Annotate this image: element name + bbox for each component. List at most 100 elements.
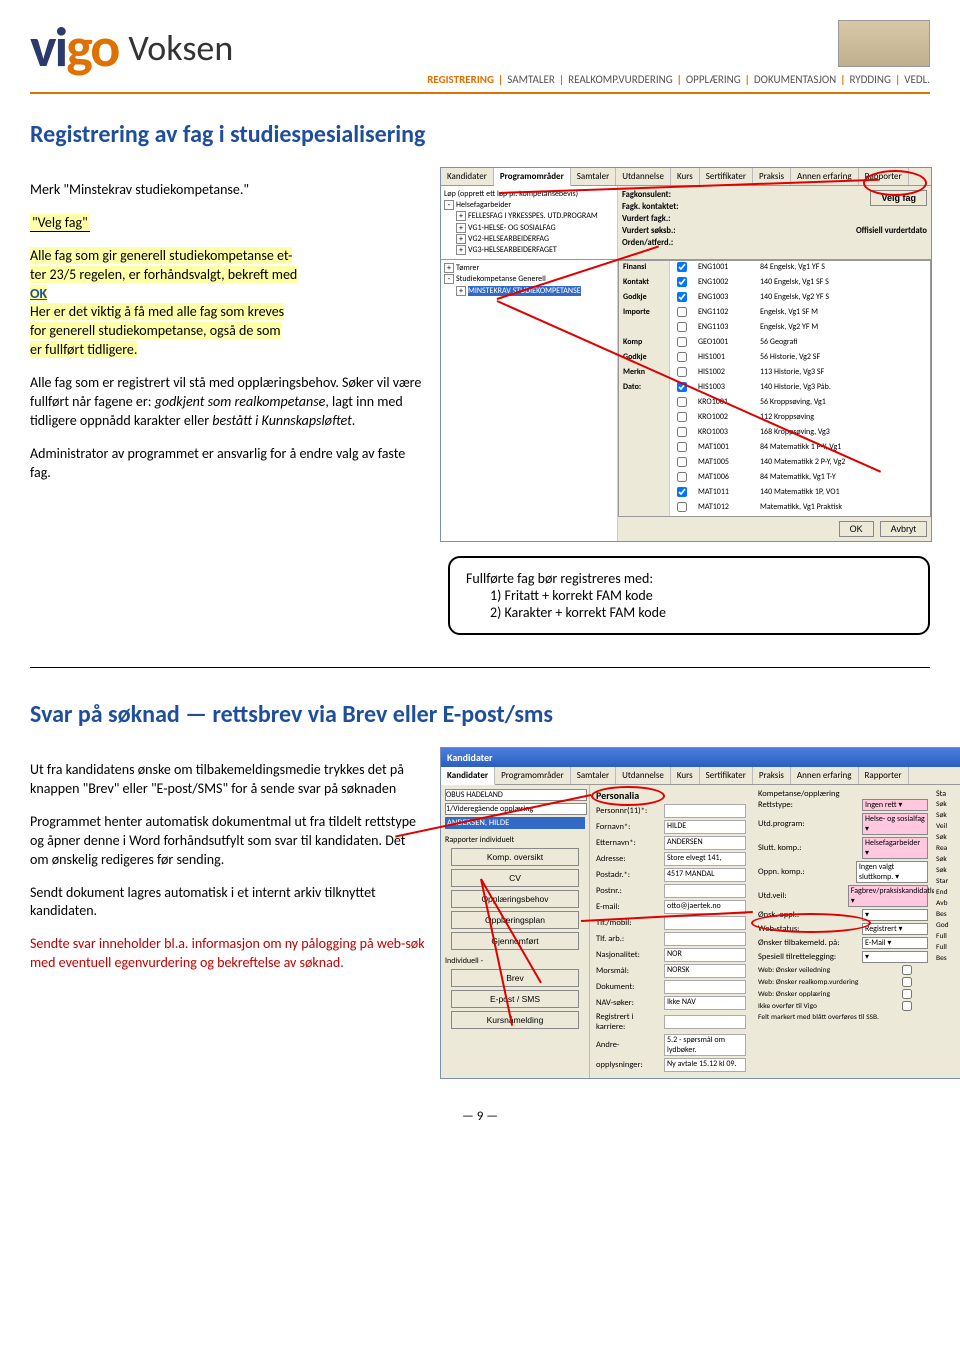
field-combo[interactable]: E-Mail ▾	[862, 937, 928, 949]
tab[interactable]: Programområder	[494, 168, 571, 186]
tab[interactable]: Kandidater	[441, 168, 494, 185]
checkbox[interactable]	[902, 977, 912, 987]
subject-checkbox[interactable]	[677, 442, 687, 452]
tab[interactable]: Annen erfaring	[791, 168, 859, 185]
checkbox[interactable]	[902, 1001, 912, 1011]
tab[interactable]: Rapporter	[859, 168, 909, 185]
cancel-button[interactable]: Avbryt	[880, 521, 927, 537]
subject-checkbox[interactable]	[677, 292, 687, 302]
subject-checkbox[interactable]	[677, 427, 687, 437]
field-label: Andre-	[596, 1040, 660, 1050]
combo-obus[interactable]: OBUS HADELAND	[445, 789, 587, 801]
para-merk: Merk "Minstekrav studiekompetanse."	[30, 181, 426, 200]
subject-checkbox[interactable]	[677, 262, 687, 272]
field-value[interactable]: 4517 MANDAL	[664, 868, 746, 882]
field-value[interactable]	[664, 980, 746, 994]
status-item: Rea	[936, 843, 960, 854]
tab[interactable]: Sertifikater	[700, 767, 753, 784]
subject-checkbox[interactable]	[677, 307, 687, 317]
para-s2-2: Programmet henter automatisk dokumentmal…	[30, 813, 426, 870]
field-combo[interactable]: Fagbrev/praksiskandidatløp ▾	[848, 885, 928, 907]
checkbox[interactable]	[902, 989, 912, 999]
field-value[interactable]	[664, 804, 746, 818]
field-value[interactable]	[664, 932, 746, 946]
btn-epost-sms[interactable]: E-post / SMS	[451, 990, 579, 1008]
field-value[interactable]: 5.2 - spørsmål om lydbøker.	[664, 1034, 746, 1056]
btn-komp-oversikt[interactable]: Komp. oversikt	[451, 848, 579, 866]
field-label: Fornavn*:	[596, 822, 660, 832]
logo: vigo Voksen	[30, 20, 233, 76]
subject-checkbox[interactable]	[677, 397, 687, 407]
subject-row: KRO1003168 Kroppsøving, Vg3	[619, 426, 930, 441]
field-value[interactable]	[664, 916, 746, 930]
para-admin: Administrator av programmet er ansvarlig…	[30, 445, 426, 483]
field-combo[interactable]: ▾	[862, 909, 928, 921]
subject-checkbox[interactable]	[677, 352, 687, 362]
velg-fag-button[interactable]: Velg fag	[870, 190, 927, 206]
candidate-name[interactable]: ANDERSEN, HILDE	[445, 817, 585, 829]
subject-checkbox[interactable]	[677, 412, 687, 422]
btn-brev[interactable]: Brev	[451, 969, 579, 987]
combo-level[interactable]: 1/Videregående opplæring	[445, 803, 587, 815]
tab[interactable]: Kurs	[671, 767, 700, 784]
field-label: Dokument:	[596, 982, 660, 992]
tab[interactable]: Utdannelse	[616, 767, 671, 784]
personalia-header: Personalia	[596, 789, 746, 802]
btn-cv[interactable]: CV	[451, 869, 579, 887]
tab[interactable]: Annen erfaring	[791, 767, 859, 784]
tab[interactable]: Samtaler	[571, 168, 616, 185]
field-combo[interactable]: Registrert ▾	[862, 923, 928, 935]
tab[interactable]: Utdannelse	[616, 168, 671, 185]
subject-row: KompGEO100156 Geografi	[619, 336, 930, 351]
field-combo[interactable]: ▾	[862, 951, 928, 963]
subject-checkbox[interactable]	[677, 367, 687, 377]
tab[interactable]: Rapporter	[859, 767, 909, 784]
checkbox[interactable]	[902, 965, 912, 975]
btn-opplaeringsplan[interactable]: Opplæringsplan	[451, 911, 579, 929]
field-label: Rettstype:	[758, 800, 858, 810]
subject-checkbox[interactable]	[677, 472, 687, 482]
field-value[interactable]: ANDERSEN	[664, 836, 746, 850]
subject-checkbox[interactable]	[677, 502, 687, 512]
field-combo[interactable]: Helsefagarbeider ▾	[862, 837, 928, 859]
subject-checkbox[interactable]	[677, 382, 687, 392]
tab[interactable]: Praksis	[753, 767, 791, 784]
subject-checkbox[interactable]	[677, 457, 687, 467]
tab[interactable]: Kurs	[671, 168, 700, 185]
field-value[interactable]	[664, 1015, 746, 1029]
subject-row: MAT1011140 Matematikk 1P, VO1	[619, 486, 930, 501]
subject-checkbox[interactable]	[677, 322, 687, 332]
field-label: Morsmål:	[596, 966, 660, 976]
subject-row: MAT100184 Matematikk 1 P-Y, Vg1	[619, 441, 930, 456]
ok-button[interactable]: OK	[839, 521, 874, 537]
tab[interactable]: Programområder	[495, 767, 571, 784]
tab[interactable]: Kandidater	[441, 767, 495, 785]
field-combo[interactable]: Helse- og sosialfag ▾	[862, 813, 928, 835]
field-combo[interactable]: Ingen valgt sluttkomp. ▾	[856, 861, 928, 883]
field-value[interactable]: otto@jaertek.no	[664, 900, 746, 914]
tab[interactable]: Sertifikater	[700, 168, 753, 185]
field-value[interactable]	[664, 884, 746, 898]
tab[interactable]: Samtaler	[571, 767, 616, 784]
field-value[interactable]: NORSK	[664, 964, 746, 978]
tab[interactable]: Praksis	[753, 168, 791, 185]
field-value[interactable]: Ny avtale 15.12 kl 09.	[664, 1058, 746, 1072]
subject-checkbox[interactable]	[677, 277, 687, 287]
btn-kursnamelding[interactable]: Kursnåmelding	[451, 1011, 579, 1029]
para-s2-1: Ut fra kandidatens ønske om tilbakemeldi…	[30, 761, 426, 799]
field-value[interactable]: HILDE	[664, 820, 746, 834]
btn-opplaeringsbehov[interactable]: Opplæringsbehov	[451, 890, 579, 908]
field-value[interactable]: NOR	[664, 948, 746, 962]
field-combo[interactable]: Ingen rett ▾	[862, 799, 928, 811]
field-label: Postnr.:	[596, 886, 660, 896]
section-title-1: Registrering av fag i studiespesialiseri…	[30, 120, 930, 149]
field-value[interactable]: Ikke NAV	[664, 996, 746, 1010]
field-label: Tlf. arb.:	[596, 934, 660, 944]
subject-checkbox[interactable]	[677, 337, 687, 347]
subject-checkbox[interactable]	[677, 487, 687, 497]
field-value[interactable]: Store elvegt 141,	[664, 852, 746, 866]
subject-row: KRO100156 Kroppsøving, Vg1	[619, 396, 930, 411]
subject-row: GodkjeENG1003140 Engelsk, Vg2 YF S	[619, 291, 930, 306]
status-item: End	[936, 887, 960, 898]
btn-gjennomfort[interactable]: Gjennomført	[451, 932, 579, 950]
